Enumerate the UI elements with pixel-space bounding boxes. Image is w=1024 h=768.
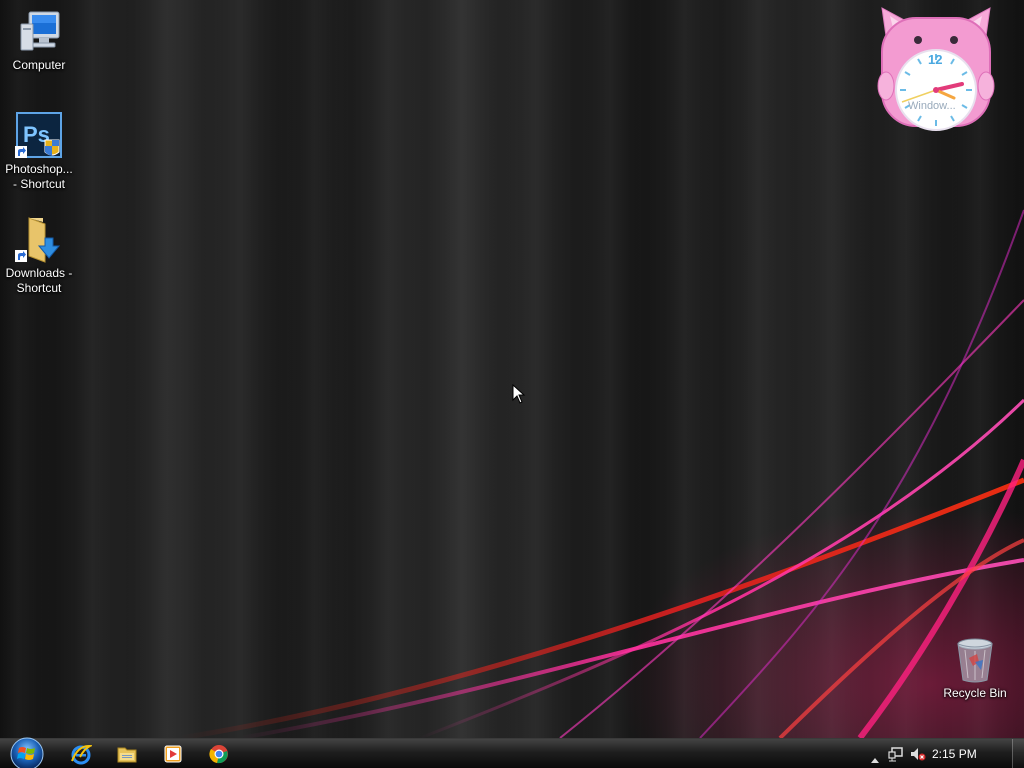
show-desktop-button[interactable] bbox=[1012, 739, 1024, 768]
mouse-cursor-icon bbox=[512, 384, 526, 404]
clock-gadget[interactable]: 12 Window... bbox=[872, 6, 1000, 134]
clock-gadget-brand-text: Window... bbox=[908, 100, 956, 112]
desktop-icon-computer[interactable]: Computer bbox=[0, 8, 78, 73]
taskbar-internet-explorer[interactable] bbox=[70, 743, 94, 765]
file-explorer-icon bbox=[117, 747, 137, 763]
chrome-icon bbox=[209, 745, 228, 764]
clock-gadget-numeral-12: 12 bbox=[928, 52, 943, 67]
wallpaper-light-streaks bbox=[179, 209, 1024, 738]
desktop-icon-label: Recycle Bin bbox=[943, 686, 1007, 700]
desktop[interactable]: Computer Ps Photoshop... - Shortcut Down… bbox=[0, 0, 1024, 738]
desktop-icon-downloads-shortcut[interactable]: Downloads - Shortcut bbox=[0, 216, 78, 296]
recycle-bin-icon bbox=[951, 636, 999, 684]
desktop-icon-label: Computer bbox=[12, 58, 66, 72]
volume-muted-icon[interactable] bbox=[910, 746, 926, 766]
desktop-icon-photoshop-shortcut[interactable]: Ps Photoshop... - Shortcut bbox=[0, 112, 78, 192]
taskbar-file-explorer[interactable] bbox=[116, 743, 138, 765]
media-player-icon bbox=[164, 745, 182, 763]
desktop-icon-label-line2: - Shortcut bbox=[12, 177, 66, 191]
taskbar-clock[interactable]: 2:15 PM bbox=[932, 747, 977, 761]
pink-cat-clock-icon bbox=[877, 7, 995, 131]
desktop-icon-label-line2: Shortcut bbox=[16, 281, 62, 295]
desktop-icon-recycle-bin[interactable]: Recycle Bin bbox=[936, 636, 1014, 701]
internet-explorer-icon bbox=[71, 744, 94, 765]
system-tray: 2:15 PM bbox=[854, 739, 1024, 768]
photoshop-shortcut-icon: Ps bbox=[15, 112, 63, 160]
start-button[interactable] bbox=[8, 736, 46, 768]
taskbar-media-player[interactable] bbox=[162, 743, 184, 765]
show-hidden-icons-arrow[interactable] bbox=[870, 749, 880, 768]
desktop-icon-label-line1: Downloads - bbox=[5, 266, 73, 280]
taskbar-chrome[interactable] bbox=[208, 743, 230, 765]
desktop-icon-label-line1: Photoshop... bbox=[5, 162, 73, 176]
taskbar: 2:15 PM bbox=[0, 736, 1024, 768]
downloads-folder-shortcut-icon bbox=[15, 216, 63, 264]
computer-icon bbox=[15, 8, 63, 56]
network-icon[interactable] bbox=[888, 746, 904, 766]
windows-start-orb-icon bbox=[10, 737, 44, 768]
